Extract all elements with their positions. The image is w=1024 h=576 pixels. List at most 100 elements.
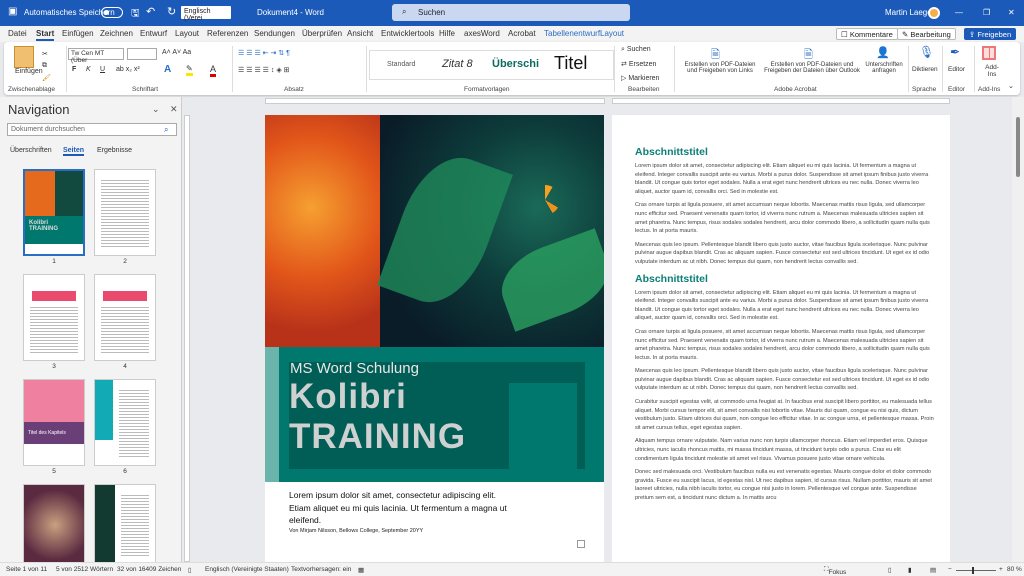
tab-zeichnen[interactable]: Zeichnen bbox=[100, 29, 133, 38]
language-select[interactable]: Englisch (Verei bbox=[181, 6, 231, 22]
page-thumbnail-7[interactable] bbox=[23, 484, 85, 564]
replace-button[interactable]: ⇄ Ersetzen bbox=[621, 60, 656, 68]
print-layout-icon[interactable]: ▮ bbox=[908, 566, 912, 574]
italic-button[interactable]: K bbox=[86, 66, 91, 73]
horizontal-ruler[interactable] bbox=[190, 97, 1010, 105]
vertical-ruler[interactable] bbox=[184, 115, 190, 562]
autosave-toggle[interactable] bbox=[101, 7, 123, 18]
signatures-button[interactable]: Unterschriften anfragen bbox=[862, 62, 906, 74]
tab-datei[interactable]: Datei bbox=[8, 29, 27, 38]
pdf-links-button[interactable]: Erstellen von PDF-Dateien und Freigeben … bbox=[680, 62, 760, 74]
styles-gallery[interactable]: Standard Zitat 8 Überschi Titel bbox=[369, 50, 614, 80]
tab-entwurf[interactable]: Entwurf bbox=[140, 29, 167, 38]
cut-icon[interactable]: ✂ bbox=[42, 50, 48, 58]
page-thumbnail-2[interactable] bbox=[94, 169, 156, 256]
page-2[interactable]: Abschnittstitel Lorem ipsum dolor sit ame… bbox=[612, 115, 950, 562]
undo-icon[interactable]: ↶ bbox=[146, 5, 155, 18]
nav-search-input[interactable]: Dokument durchsuchen bbox=[7, 123, 177, 136]
tab-entwicklertools[interactable]: Entwicklertools bbox=[381, 29, 434, 38]
paste-button[interactable]: Einfügen bbox=[15, 68, 43, 75]
tab-layout[interactable]: Layout bbox=[600, 29, 624, 38]
comments-button[interactable]: ☐ Kommentare bbox=[836, 28, 898, 40]
dictate-button[interactable]: Diktieren bbox=[912, 66, 938, 73]
status-language[interactable]: Englisch (Vereinigte Staaten) bbox=[205, 566, 289, 573]
pdf-outlook-button[interactable]: Erstellen von PDF-Dateien und Freigeben … bbox=[762, 62, 862, 74]
collapse-ribbon-icon[interactable]: ⌄ bbox=[1008, 82, 1014, 90]
bullets-icon[interactable]: ☰ ☰ ☰ ⇤ ⇥ ⇅ ¶ bbox=[238, 49, 290, 57]
zoom-level[interactable]: 80 % bbox=[1007, 566, 1022, 573]
addins-button[interactable]: Add-Ins bbox=[982, 64, 1002, 78]
proofing-icon[interactable]: ▯ bbox=[188, 566, 192, 574]
align-icons[interactable]: ☰ ☰ ☰ ☰ ↕ ◈ ⊞ bbox=[238, 66, 290, 74]
minimize-button[interactable]: — bbox=[955, 8, 963, 17]
avatar[interactable] bbox=[928, 7, 940, 19]
tab-pages[interactable]: Seiten bbox=[63, 147, 85, 156]
tab-referenzen[interactable]: Referenzen bbox=[207, 29, 248, 38]
tab-einfügen[interactable]: Einfügen bbox=[62, 29, 94, 38]
search-box[interactable]: ⌕ Suchen bbox=[392, 4, 630, 21]
search-icon[interactable]: ⌕ bbox=[164, 125, 168, 135]
close-icon[interactable]: ✕ bbox=[170, 104, 178, 115]
tab-tabellenentwurf[interactable]: Tabellenentwurf bbox=[544, 29, 600, 38]
tab-hilfe[interactable]: Hilfe bbox=[439, 29, 455, 38]
tab-headings[interactable]: Überschriften bbox=[10, 147, 52, 154]
page-thumbnail-3[interactable] bbox=[23, 274, 85, 361]
close-button[interactable]: ✕ bbox=[1008, 8, 1015, 17]
page-thumbnail-8[interactable] bbox=[94, 484, 156, 564]
find-button[interactable]: ⌕ Suchen bbox=[621, 46, 651, 54]
read-mode-icon[interactable]: ▯ bbox=[888, 566, 892, 574]
focus-button[interactable]: ⛶ Fokus bbox=[824, 566, 846, 576]
select-button[interactable]: ▷ Markieren bbox=[621, 74, 659, 82]
font-color-icon[interactable]: A bbox=[210, 64, 217, 77]
checkbox[interactable] bbox=[577, 540, 585, 548]
page-1[interactable]: MS Word Schulung Kolibri TRAINING Lorem … bbox=[265, 115, 604, 562]
page-thumbnail-4[interactable] bbox=[94, 274, 156, 361]
restore-button[interactable]: ❐ bbox=[983, 8, 990, 17]
page-thumbnail-5[interactable]: Titel des Kapitels bbox=[23, 379, 85, 466]
underline-button[interactable]: U bbox=[100, 66, 105, 73]
zoom-in-button[interactable]: + bbox=[999, 566, 1003, 573]
zoom-out-button[interactable]: − bbox=[948, 566, 952, 573]
group-font: Schriftart bbox=[132, 86, 159, 93]
status-page[interactable]: Seite 1 von 11 bbox=[6, 566, 47, 573]
status-predictions[interactable]: Textvorhersagen: ein bbox=[291, 566, 351, 573]
redo-icon[interactable]: ↻ bbox=[167, 5, 176, 18]
style-standard[interactable]: Standard bbox=[387, 61, 415, 68]
editor-button[interactable]: Editor bbox=[948, 66, 965, 73]
strikethrough-icon[interactable]: ab x₂ x² bbox=[116, 66, 140, 73]
copy-icon[interactable]: ⧉ bbox=[42, 62, 47, 70]
tab-results[interactable]: Ergebnisse bbox=[97, 147, 132, 154]
format-painter-icon[interactable]: 🖌 bbox=[42, 74, 51, 82]
save-icon[interactable]: 🖫 bbox=[131, 6, 140, 23]
tab-layout[interactable]: Layout bbox=[175, 29, 199, 38]
style-zitat[interactable]: Zitat 8 bbox=[442, 58, 473, 70]
font-size-select[interactable] bbox=[127, 48, 157, 60]
status-words[interactable]: 5 von 2512 Wörtern bbox=[56, 566, 113, 573]
status-chars[interactable]: 32 von 16409 Zeichen bbox=[117, 566, 181, 573]
vertical-scrollbar[interactable] bbox=[1012, 97, 1024, 562]
replace-label: Ersetzen bbox=[628, 61, 657, 68]
text-effects-icon[interactable]: A bbox=[164, 64, 171, 75]
tab-überprüfen[interactable]: Überprüfen bbox=[302, 29, 342, 38]
page-thumbnail-6[interactable] bbox=[94, 379, 156, 466]
highlight-icon[interactable]: ✎ bbox=[186, 64, 193, 76]
tab-start[interactable]: Start bbox=[36, 29, 55, 41]
style-heading[interactable]: Überschi bbox=[492, 58, 539, 70]
tab-axesword[interactable]: axesWord bbox=[464, 29, 500, 38]
grow-font-icon[interactable]: A˄ A˅ Aa bbox=[162, 49, 191, 56]
share-button[interactable]: ⇪ Freigeben bbox=[964, 28, 1017, 40]
paste-icon[interactable] bbox=[14, 46, 34, 68]
zoom-slider-thumb[interactable] bbox=[972, 567, 974, 574]
editing-button[interactable]: ✎ Bearbeitung bbox=[897, 28, 956, 40]
style-title[interactable]: Titel bbox=[554, 53, 587, 74]
tab-sendungen[interactable]: Sendungen bbox=[254, 29, 295, 38]
zoom-slider[interactable] bbox=[956, 567, 996, 574]
page-thumbnail-1[interactable]: Kolibri TRAINING bbox=[23, 169, 85, 256]
tab-acrobat[interactable]: Acrobat bbox=[508, 29, 536, 38]
tab-ansicht[interactable]: Ansicht bbox=[347, 29, 373, 38]
accessibility-icon[interactable]: ▦ bbox=[358, 566, 364, 574]
chevron-down-icon[interactable]: ⌄ bbox=[152, 104, 160, 115]
font-name-select[interactable]: Tw Cen MT (Über bbox=[68, 48, 124, 64]
bold-button[interactable]: F bbox=[72, 66, 76, 73]
web-layout-icon[interactable]: ▤ bbox=[930, 566, 936, 574]
